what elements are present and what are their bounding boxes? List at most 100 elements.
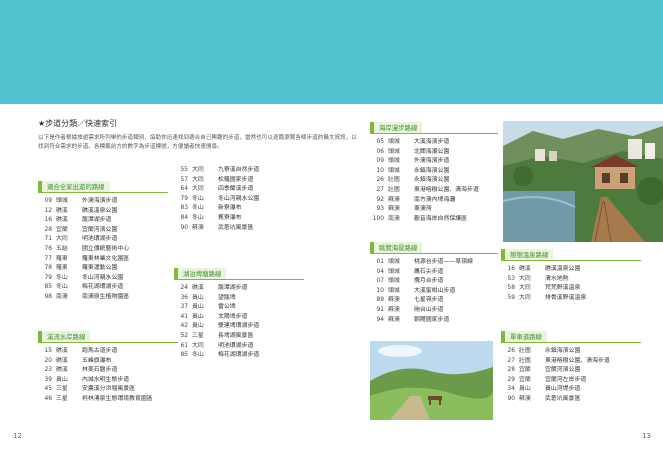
entry-town: 蘇澳 bbox=[388, 206, 400, 213]
entry-name: 龍潭湖步道 bbox=[82, 217, 112, 224]
entry-name: 東港榕樹公園、清海步道 bbox=[545, 357, 610, 364]
entry-name: 永鎮海濱公園 bbox=[414, 167, 450, 174]
entry-name: 明池環湖步道 bbox=[218, 342, 254, 349]
list-item: 59 大同 排骨溪野溪溫泉 bbox=[501, 294, 641, 304]
entry-number: 24 bbox=[180, 285, 189, 291]
list-item: 06 頭城 北關海潮公園 bbox=[370, 148, 498, 158]
entry-town: 三星 bbox=[192, 332, 204, 339]
entry-town: 蘇澳 bbox=[519, 395, 531, 402]
entry-list: 09 頭城 外澳海濱步道 12 礁溪 礁溪溫泉公園 16 礁溪 龍潭湖步道 28 宜蘭 宜蘭河濱公園 7… bbox=[38, 197, 168, 303]
entry-name: 清水地熱 bbox=[545, 275, 569, 282]
entry-name: 外澳海濱步道 bbox=[82, 198, 118, 204]
entry-town: 南澳 bbox=[388, 215, 400, 222]
entry-number: 94 bbox=[376, 316, 385, 323]
entry-name: 跑馬古道步道 bbox=[82, 348, 118, 354]
list-item: 98 南澳 南澳原生植物園區 bbox=[38, 293, 168, 303]
section-title: 戀戀溫泉路線 bbox=[501, 249, 554, 260]
entry-town: 礁溪 bbox=[192, 285, 204, 291]
page-number-right: 13 bbox=[642, 432, 651, 440]
entry-number: 55 bbox=[180, 167, 189, 173]
list-item: 15 礁溪 跑馬古道步道 bbox=[38, 347, 178, 357]
entry-name: 新寮瀑布 bbox=[218, 205, 242, 212]
entry-town: 頭城 bbox=[388, 167, 400, 174]
list-item: 27 壯圍 東港榕樹公園、清海步道 bbox=[501, 357, 641, 367]
list-item: 07 頭城 攬月台步道 bbox=[370, 277, 498, 287]
intro-body: 以下是作者根據旅遊需求所列舉的步道類別，協助你迅速找到適合自己興趣的步道，當然也… bbox=[38, 135, 357, 150]
section-header: 海岸漫步路線 bbox=[370, 121, 498, 134]
entry-number: 10 bbox=[376, 167, 385, 174]
entry-town: 蘇澳 bbox=[388, 316, 400, 323]
list-item: 46 三星 柯林湧泉生態環境教育園區 bbox=[38, 395, 178, 405]
entry-town: 員山 bbox=[56, 376, 68, 383]
section-title: 湖泊埤塘路線 bbox=[174, 268, 227, 279]
entry-name: 七星嶺步道 bbox=[414, 297, 444, 304]
entry-town: 礁溪 bbox=[519, 266, 531, 272]
entry-town: 大同 bbox=[519, 285, 531, 292]
list-item: 78 羅東 羅東運動公園 bbox=[38, 264, 168, 274]
entry-town: 礁溪 bbox=[56, 357, 68, 364]
entry-name: 東澳灣 bbox=[414, 206, 432, 213]
entry-name: 宜蘭河左岸步道 bbox=[545, 376, 587, 383]
entry-town: 冬山 bbox=[192, 214, 204, 221]
entry-number: 01 bbox=[376, 259, 385, 265]
entry-number: 84 bbox=[180, 214, 189, 221]
entry-number: 64 bbox=[180, 186, 189, 193]
entry-name: 觀音海岸自然保護區 bbox=[414, 215, 468, 222]
entry-name: 宜蘭河濱公園 bbox=[82, 226, 118, 233]
section-header: 眺覽海景路線 bbox=[370, 241, 498, 254]
entry-number: 83 bbox=[180, 205, 189, 212]
entry-number: 09 bbox=[376, 158, 385, 165]
entry-town: 宜蘭 bbox=[519, 367, 531, 374]
list-item: 42 員山 雙連埤環湖步道 bbox=[174, 322, 304, 332]
entry-number: 89 bbox=[376, 297, 385, 304]
entry-name: 桃源谷步道——草嶺線 bbox=[414, 259, 473, 265]
entry-number: 26 bbox=[376, 177, 385, 184]
entry-name: 砲台山步道 bbox=[414, 306, 444, 313]
list-item: 20 礁溪 五峰旗瀑布 bbox=[38, 357, 178, 367]
entry-name: 五峰旗瀑布 bbox=[82, 357, 112, 364]
list-item: 76 五結 國立傳統藝術中心 bbox=[38, 245, 168, 255]
entry-name: 冬山河親水公園 bbox=[82, 274, 124, 281]
section-hotspring: 戀戀溫泉路線 16 礁溪 礁溪溫泉公園 53 大同 清水地熱 58 大同 梵梵野溪溫泉 59 大同排… bbox=[501, 248, 641, 303]
photo-coastal-village-image bbox=[503, 121, 663, 242]
section-family: 適合全家出遊的路線 09 頭城 外澳海濱步道 12 礁溪 礁溪溫泉公園 16 礁溪 龍潭湖步道 2… bbox=[38, 180, 168, 303]
section-header: 適合全家出遊的路線 bbox=[38, 180, 168, 193]
entry-town: 員山 bbox=[192, 304, 204, 311]
section-coast: 海岸漫步路線 05 頭城 大溪海濱步道 06 頭城 北關海潮公園 09 頭城 外澳海濱步道 10 頭… bbox=[370, 121, 498, 224]
entry-town: 冬山 bbox=[56, 274, 68, 281]
entry-number: 71 bbox=[44, 236, 53, 243]
entry-name: 龍潭湖步道 bbox=[218, 285, 248, 291]
entry-name: 大溪蜜柑山步道 bbox=[414, 287, 456, 294]
entry-town: 員山 bbox=[192, 294, 204, 301]
list-item: 61 大同 明池環湖步道 bbox=[174, 342, 304, 352]
entry-town: 大同 bbox=[56, 236, 68, 243]
entry-town: 壯圍 bbox=[388, 177, 400, 184]
entry-name: 望龍埤 bbox=[218, 294, 236, 301]
section-header: 湖泊埤塘路線 bbox=[174, 267, 304, 280]
entry-number: 79 bbox=[180, 195, 189, 202]
list-item: 71 大同 明池環湖步道 bbox=[38, 235, 168, 245]
entry-number: 90 bbox=[180, 224, 189, 231]
list-item: 39 員山 內城水明生態步道 bbox=[38, 376, 178, 386]
entry-name: 礁溪溫泉公園 bbox=[545, 266, 581, 272]
entry-number: 15 bbox=[44, 348, 53, 354]
list-item: 83 冬山 新寮瀑布 bbox=[174, 204, 304, 214]
section-title: 適合全家出遊的路線 bbox=[38, 181, 110, 192]
entry-town: 冬山 bbox=[192, 195, 204, 202]
list-item: 52 三星 長埤湖風景區 bbox=[174, 332, 304, 342]
entry-number: 76 bbox=[44, 245, 53, 252]
entry-name: 梅花湖環湖步道 bbox=[82, 284, 124, 291]
entry-name: 舊寮瀑布 bbox=[218, 214, 242, 221]
entry-town: 蘇澳 bbox=[192, 224, 204, 231]
entry-name: 羅東林業文化園區 bbox=[82, 255, 130, 262]
list-item: 05 頭城 大溪海濱步道 bbox=[370, 138, 498, 148]
entry-name: 大溪海濱步道 bbox=[414, 139, 450, 145]
section-title: 眺覽海景路線 bbox=[370, 242, 423, 253]
list-item: 85 冬山 梅花湖環湖步道 bbox=[38, 283, 168, 293]
list-item: 29 宜蘭 宜蘭河左岸步道 bbox=[501, 376, 641, 386]
entry-town: 礁溪 bbox=[56, 367, 68, 374]
entry-number: 39 bbox=[44, 376, 53, 383]
entry-number: 28 bbox=[507, 367, 516, 374]
entry-name: 梵梵野溪溫泉 bbox=[545, 285, 581, 292]
entry-list: 24 礁溪 龍潭湖步道 36 員山 望龍埤 37 員山 雷公埤 41 員山 太陽埤步道 42 員山 雙連埤環… bbox=[174, 284, 304, 361]
